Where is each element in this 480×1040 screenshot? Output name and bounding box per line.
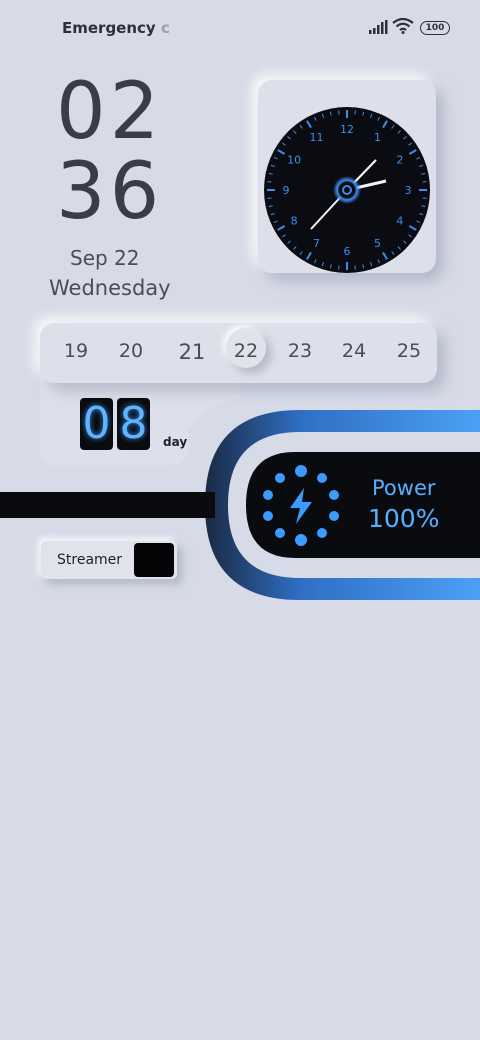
day-digit: 0	[80, 398, 113, 450]
calendar-day[interactable]: 20	[111, 340, 151, 362]
power-value: 100%	[368, 504, 440, 533]
calendar-day[interactable]: 19	[56, 340, 96, 362]
streamer-label: Streamer	[57, 552, 123, 568]
calendar-day[interactable]: 23	[280, 340, 320, 362]
day-label: day	[163, 435, 188, 449]
calendar-day-selected[interactable]: 22	[226, 340, 266, 362]
calendar-day[interactable]: 24	[334, 340, 374, 362]
streamer-toggle[interactable]: Streamer	[41, 541, 177, 579]
calendar-day[interactable]: 25	[389, 340, 429, 362]
power-label: Power	[372, 476, 436, 500]
toggle-knob[interactable]	[134, 543, 174, 577]
calendar-day[interactable]: 21	[172, 340, 212, 364]
day-digit: 8	[117, 398, 150, 450]
week-calendar[interactable]: 19 20 21 22 23 24 25	[40, 323, 437, 383]
